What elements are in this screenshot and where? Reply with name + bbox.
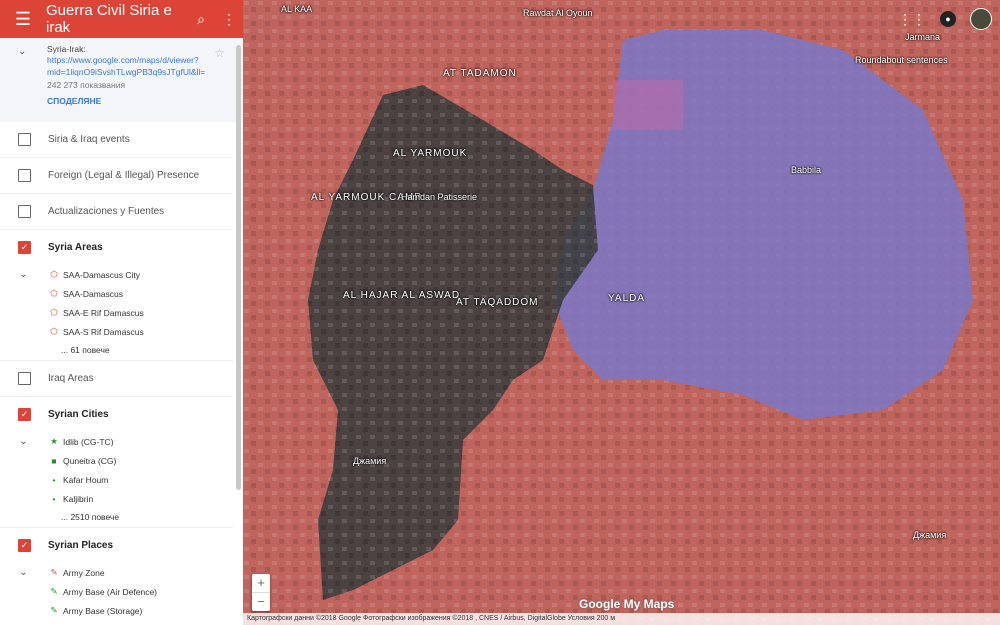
list-item-label: Idlib (CG-TC) — [63, 436, 114, 447]
map-label: Джамия — [353, 456, 387, 466]
layer-label: Iraq Areas — [48, 373, 94, 384]
list-item-label: SAA-Damascus City — [63, 269, 140, 280]
map-label: Hamdan Patisserie — [401, 192, 478, 202]
map-name: Syria-Irak: — [47, 44, 86, 54]
map-imagery — [243, 0, 1000, 625]
polygon-icon: ⬠ — [50, 307, 58, 317]
map-url-link[interactable]: https://www.google.com/maps/d/viewer?mid… — [47, 54, 233, 78]
chevron-down-icon[interactable]: ⌄ — [0, 269, 47, 280]
avatar[interactable] — [970, 8, 992, 30]
layer-label: Syria Areas — [48, 242, 103, 253]
list-item-label: Army Zone — [63, 567, 105, 578]
chevron-down-icon[interactable]: ⌄ — [18, 46, 26, 57]
contested-area — [613, 80, 683, 130]
chevron-down-icon[interactable]: ⌄ — [0, 436, 47, 447]
list-item[interactable]: • Kaljibrin — [0, 489, 243, 508]
polygon-icon: ⬠ — [50, 288, 58, 298]
map-toolbar: ⋮⋮ ● — [898, 8, 992, 30]
list-item-label: Quneitra (CG) — [63, 455, 117, 466]
map-label: YALDA — [608, 293, 646, 304]
layer-checkbox[interactable] — [18, 169, 31, 182]
gun-marker-icon: ✎ — [50, 586, 58, 596]
map-title: Guerra Civil Siria e irak — [46, 2, 172, 36]
list-item-label: Army Base (Air Defence) — [63, 586, 157, 597]
checkbox-checked-icon[interactable]: ✓ — [18, 539, 31, 552]
map-label: Джамия — [913, 530, 947, 540]
polygon-icon: ⬠ — [50, 269, 58, 279]
list-item-label: Kaljibrin — [63, 493, 94, 504]
notification-icon[interactable]: ● — [940, 11, 956, 27]
app-bar: ☰ Guerra Civil Siria e irak ⌕ ⋮ — [0, 0, 243, 38]
layer-foreign-presence[interactable]: Foreign (Legal & Illegal) Presence — [0, 158, 233, 194]
layer-label: Syrian Cities — [48, 409, 109, 420]
list-item[interactable]: ⌄ ★ Idlib (CG-TC) — [0, 432, 243, 451]
map-label: AL YARMOUK — [393, 148, 468, 159]
menu-icon[interactable]: ☰ — [0, 9, 46, 30]
list-item[interactable]: • Kafar Houm — [0, 470, 243, 489]
layer-syrian-places[interactable]: ✓ Syrian Places — [0, 527, 233, 563]
map-canvas[interactable]: AT TADAMON AL YARMOUK AL YARMOUK CAMP Ha… — [243, 0, 1000, 625]
zoom-in-button[interactable]: + — [252, 574, 270, 592]
list-item-label: SAA-S Rif Damascus — [63, 326, 144, 337]
share-button[interactable]: СПОДЕЛЯНЕ — [47, 96, 233, 106]
map-label: АL KAA — [281, 4, 313, 14]
list-item-label: Army Base (Storage) — [63, 605, 143, 616]
layer-syria-areas[interactable]: ✓ Syria Areas — [0, 230, 233, 265]
map-label: AL HAJAR AL ASWAD — [343, 290, 461, 301]
map-label: AT TADAMON — [443, 68, 517, 79]
list-item[interactable]: ■ Quneitra (CG) — [0, 451, 243, 470]
dot-marker-icon: • — [52, 474, 56, 485]
list-item-label: Kafar Houm — [63, 474, 109, 485]
square-marker-icon: ■ — [51, 455, 57, 466]
star-icon[interactable]: ☆ — [214, 46, 225, 60]
layer-actualizaciones[interactable]: Actualizaciones y Fuentes — [0, 194, 233, 230]
checkbox-checked-icon[interactable]: ✓ — [18, 408, 31, 421]
sidebar: ☰ Guerra Civil Siria e irak ⌕ ⋮ ⌄ ☆ Syri… — [0, 0, 244, 625]
map-label: AT TAQADDOM — [456, 297, 539, 308]
gun-marker-icon: ✎ — [50, 567, 58, 577]
map-attribution[interactable]: Картографски данни ©2018 Google Фотограф… — [243, 613, 1000, 625]
layer-siria-iraq-events[interactable]: Siria & Iraq events — [0, 122, 233, 158]
dot-marker-icon: • — [52, 493, 56, 504]
layer-label: Siria & Iraq events — [48, 134, 130, 145]
more-vert-icon[interactable]: ⋮ — [215, 11, 243, 28]
layer-checkbox[interactable] — [18, 133, 31, 146]
layer-label: Actualizaciones y Fuentes — [48, 206, 165, 217]
map-info-panel: ⌄ ☆ Syria-Irak: https://www.google.com/m… — [0, 38, 243, 122]
list-item[interactable]: ✎ Army Base (Storage) — [0, 601, 243, 620]
sidebar-scrollbar[interactable] — [236, 45, 241, 490]
layer-syrian-cities[interactable]: ✓ Syrian Cities — [0, 397, 233, 432]
polygon-icon: ⬠ — [50, 326, 58, 336]
list-item[interactable]: ⌄ ⬠ SAA-Damascus City — [0, 265, 243, 284]
layer-checkbox[interactable] — [18, 372, 31, 385]
search-icon[interactable]: ⌕ — [187, 11, 215, 28]
list-item[interactable]: ⌄ ✎ Army Zone — [0, 563, 243, 582]
more-items-link[interactable]: ... 2510 повече — [0, 508, 243, 527]
view-count: 242 273 показвания — [47, 80, 126, 90]
layer-checkbox[interactable] — [18, 205, 31, 218]
gun-marker-icon: ✎ — [50, 605, 58, 615]
google-mymaps-logo: Google My Maps — [579, 597, 675, 611]
layer-label: Syrian Places — [48, 540, 114, 551]
checkbox-checked-icon[interactable]: ✓ — [18, 241, 31, 254]
zoom-out-button[interactable]: − — [252, 592, 270, 611]
map-label: Rawdat Al Oyoun — [523, 8, 593, 18]
zoom-control: + − — [252, 574, 270, 611]
map-label: Jarmana — [905, 32, 941, 42]
list-item[interactable]: ⬠ SAA-E Rif Damascus — [0, 303, 243, 322]
list-item-label: SAA-Damascus — [63, 288, 123, 299]
layer-iraq-areas[interactable]: Iraq Areas — [0, 360, 233, 397]
apps-grid-icon[interactable]: ⋮⋮ — [898, 11, 926, 28]
list-item[interactable]: ✎ Army Base (Air Defence) — [0, 582, 243, 601]
star-marker-icon: ★ — [50, 436, 58, 446]
list-item[interactable]: ⬠ SAA-S Rif Damascus — [0, 322, 243, 341]
more-items-link[interactable]: ... 61 повече — [0, 341, 243, 360]
map-label: Roundabout sentences — [855, 55, 948, 65]
list-item-label: SAA-E Rif Damascus — [63, 307, 144, 318]
layer-label: Foreign (Legal & Illegal) Presence — [48, 170, 200, 181]
list-item[interactable]: ⬠ SAA-Damascus — [0, 284, 243, 303]
chevron-down-icon[interactable]: ⌄ — [0, 567, 47, 578]
map-label: Babbila — [791, 165, 822, 175]
